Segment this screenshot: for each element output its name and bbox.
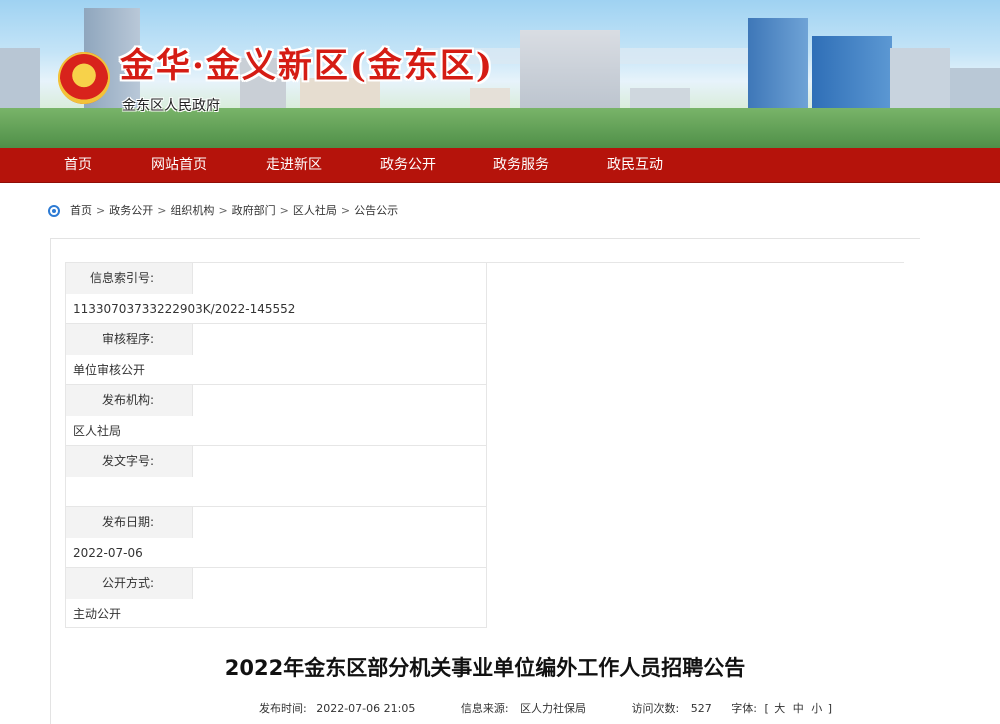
breadcrumb-home[interactable]: 首页 (70, 202, 92, 220)
meta-row-document-number: 发文字号: (66, 446, 486, 507)
meta-label: 审核程序: (66, 324, 193, 355)
content-divider (486, 262, 904, 263)
article-title: 2022年金东区部分机关事业单位编外工作人员招聘公告 (224, 656, 746, 680)
meta-row-issuer: 发布机构: 区人社局 (66, 385, 486, 446)
meta-label: 公开方式: (66, 568, 193, 599)
breadcrumb-gov-info[interactable]: 政务公开 (109, 202, 153, 220)
breadcrumb-separator: > (279, 204, 289, 217)
meta-value: 单位审核公开 (73, 363, 146, 377)
article-meta: 发布时间: 2022-07-06 21:05 信息来源: 区人力社保局 访问次数… (259, 702, 832, 716)
source-value: 区人力社保局 (520, 702, 587, 715)
meta-value: 主动公开 (73, 607, 122, 621)
breadcrumb-hr-bureau[interactable]: 区人社局 (293, 202, 337, 220)
breadcrumb-separator: > (218, 204, 228, 217)
location-icon (48, 205, 60, 217)
site-title: 金华·金义新区(金东区) (120, 46, 495, 86)
breadcrumb-separator: > (96, 204, 106, 217)
meta-label: 发布机构: (66, 385, 193, 416)
nav-item-gov-service[interactable]: 政务服务 (493, 148, 549, 183)
breadcrumb: 首页 > 政务公开 > 组织机构 > 政府部门 > 区人社局 > 公告公示 (48, 202, 398, 220)
font-small-button[interactable]: 小 (811, 702, 822, 716)
meta-label: 发文字号: (66, 446, 193, 477)
nav-item-gov-info[interactable]: 政务公开 (380, 148, 436, 183)
breadcrumb-gov-departments[interactable]: 政府部门 (232, 202, 276, 220)
source-label: 信息来源: (460, 702, 509, 715)
meta-value: 2022-07-06 (73, 546, 143, 560)
visits-label: 访问次数: (631, 702, 680, 715)
nav-item-site-home[interactable]: 网站首页 (151, 148, 207, 183)
meta-label: 信息索引号: (66, 263, 193, 294)
breadcrumb-organization[interactable]: 组织机构 (170, 202, 214, 220)
font-bracket-open: [ (764, 702, 769, 715)
publish-time-label: 发布时间: (259, 702, 307, 715)
meta-value: 11330703733222903K/2022-145552 (73, 302, 296, 316)
nav-item-interaction[interactable]: 政民互动 (607, 148, 663, 183)
font-size-label: 字体: (731, 702, 757, 715)
nav-item-about-district[interactable]: 走进新区 (266, 148, 322, 183)
meta-row-review-process: 审核程序: 单位审核公开 (66, 324, 486, 385)
national-emblem-icon: ★ (58, 52, 110, 104)
info-meta-table: 信息索引号: 11330703733222903K/2022-145552 审核… (65, 262, 487, 628)
header-banner: ★ 金华·金义新区(金东区) 金东区人民政府 (0, 0, 1000, 148)
meta-row-disclosure-method: 公开方式: 主动公开 (66, 568, 486, 629)
font-large-button[interactable]: 大 (774, 702, 785, 716)
site-subtitle: 金东区人民政府 (122, 98, 220, 114)
breadcrumb-separator: > (340, 204, 351, 217)
font-medium-button[interactable]: 中 (793, 702, 804, 716)
meta-row-index-number: 信息索引号: 11330703733222903K/2022-145552 (66, 263, 486, 324)
visits-count: 527 (690, 702, 712, 715)
meta-row-publish-date: 发布日期: 2022-07-06 (66, 507, 486, 568)
publish-time: 2022-07-06 21:05 (316, 702, 416, 715)
meta-label: 发布日期: (66, 507, 193, 538)
main-nav: 首页 网站首页 走进新区 政务公开 政务服务 政民互动 (0, 148, 1000, 183)
meta-value: 区人社局 (73, 424, 122, 438)
breadcrumb-separator: > (157, 204, 167, 217)
font-bracket-close: ] (827, 702, 833, 715)
breadcrumb-announcements[interactable]: 公告公示 (354, 202, 398, 220)
nav-item-home[interactable]: 首页 (64, 148, 92, 183)
